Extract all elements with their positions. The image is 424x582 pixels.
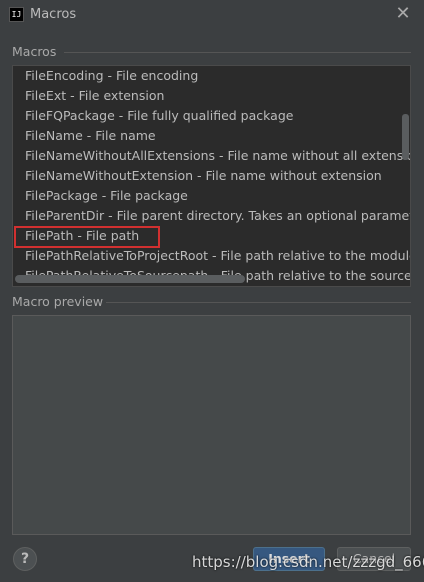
title-bar: IJ Macros ✕ — [0, 0, 424, 30]
preview-section-label: Macro preview — [12, 294, 104, 309]
macros-section-label: Macros — [12, 44, 57, 59]
list-item[interactable]: FileNameWithoutExtension - File name wit… — [25, 166, 382, 186]
list-item[interactable]: FileNameWithoutAllExtensions - File name… — [25, 146, 410, 166]
list-item[interactable]: FilePathRelativeToProjectRoot - File pat… — [25, 246, 410, 266]
close-icon[interactable]: ✕ — [394, 5, 412, 23]
preview-section-divider — [106, 302, 411, 303]
macro-preview-area — [12, 315, 411, 535]
vertical-scrollbar-thumb[interactable] — [402, 114, 409, 160]
macros-list[interactable]: FileEncoding - File encoding FileExt - F… — [12, 65, 411, 287]
window-title: Macros — [30, 7, 77, 22]
list-item[interactable]: FileName - File name — [25, 126, 156, 146]
macros-section-divider — [64, 52, 411, 53]
horizontal-scrollbar-thumb[interactable] — [15, 275, 245, 283]
insert-button[interactable]: Insert — [253, 547, 325, 571]
list-item[interactable]: FileParentDir - File parent directory. T… — [25, 206, 410, 226]
help-button[interactable]: ? — [13, 547, 37, 571]
intellij-app-icon: IJ — [9, 7, 24, 22]
cancel-button[interactable]: Cancel — [337, 547, 411, 571]
list-item-selected[interactable]: FilePath - File path — [25, 226, 139, 246]
list-item[interactable]: FilePackage - File package — [25, 186, 188, 206]
list-item[interactable]: FileExt - File extension — [25, 86, 164, 106]
list-item[interactable]: FileEncoding - File encoding — [25, 66, 198, 86]
list-item[interactable]: FileFQPackage - File fully qualified pac… — [25, 106, 293, 126]
